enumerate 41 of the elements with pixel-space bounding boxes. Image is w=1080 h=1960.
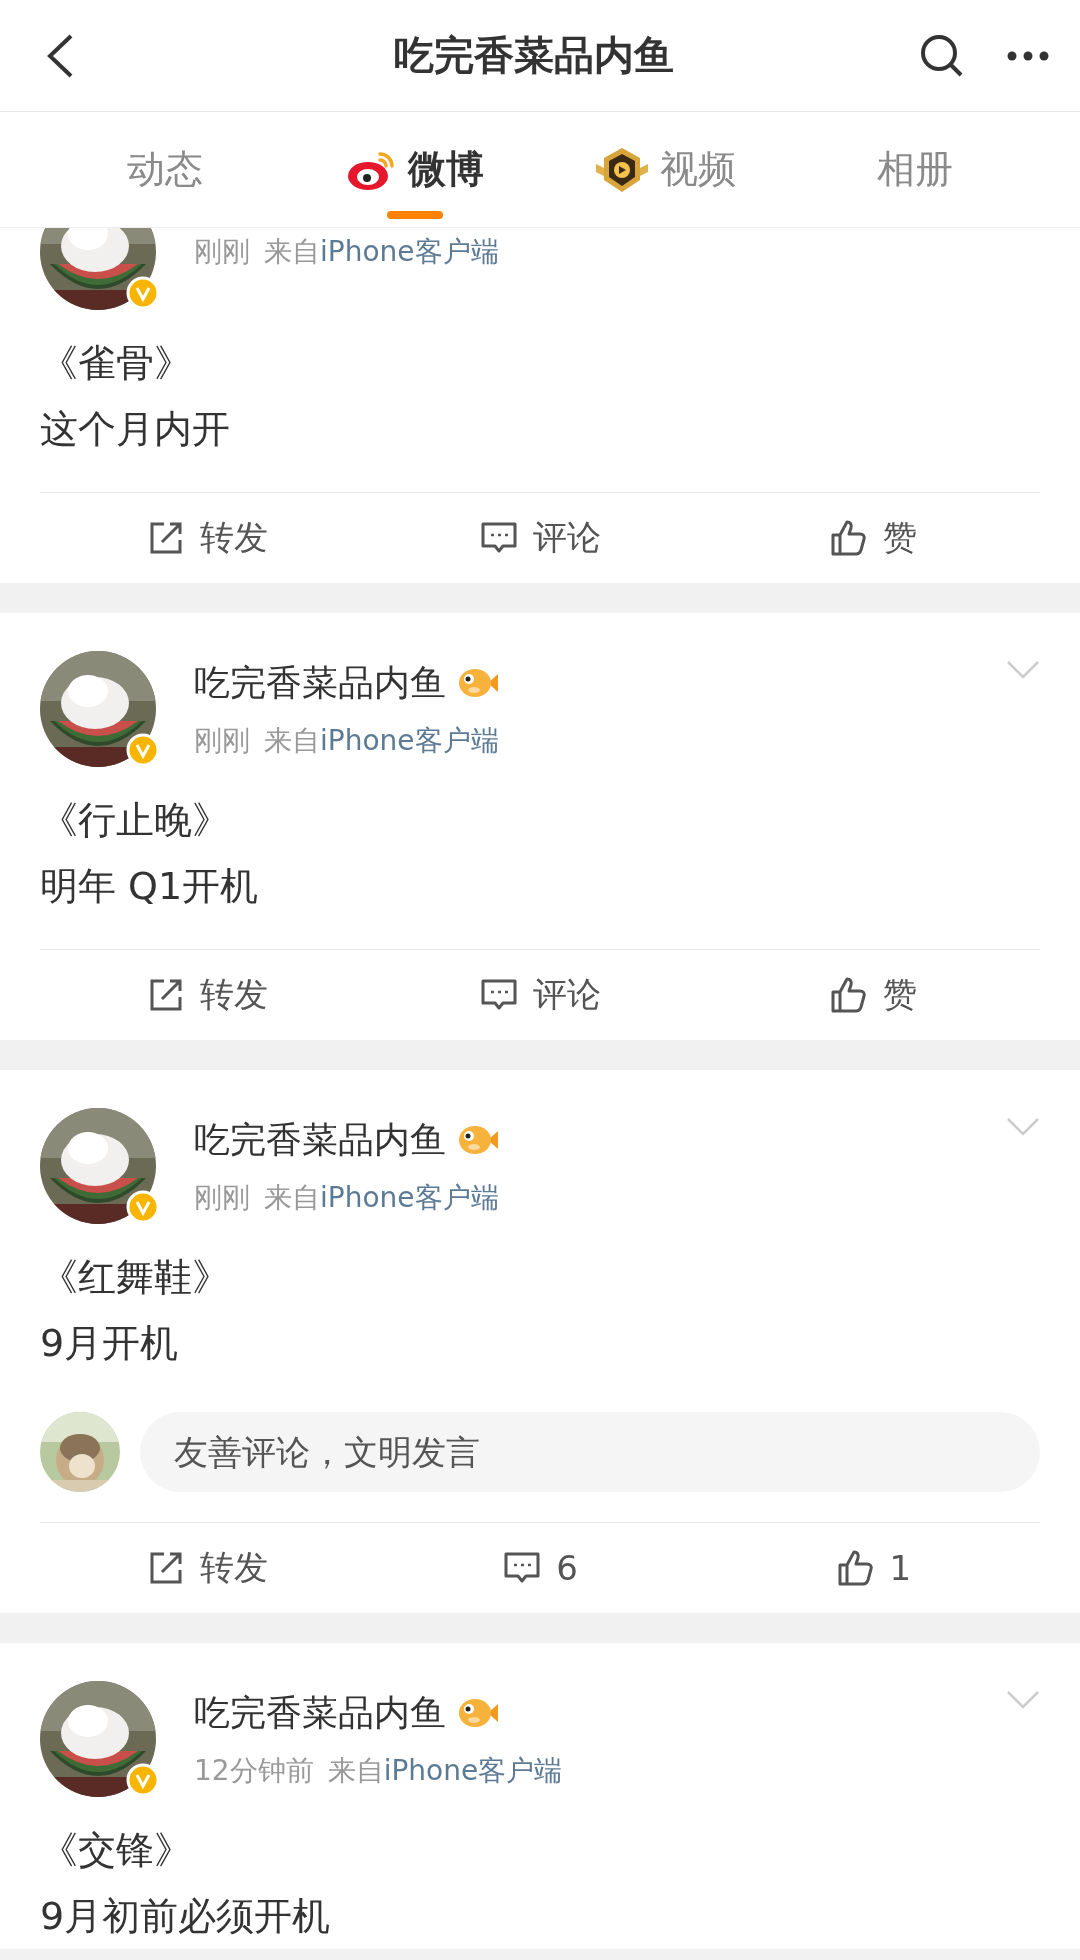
user-name[interactable]: 吃完香菜品内鱼 (194, 658, 446, 708)
repost-action[interactable]: 转发 (40, 950, 374, 1040)
post-text: 明年 Q1开机 (40, 863, 260, 910)
video-badge-icon (594, 145, 650, 194)
post-source: 来自 iPhone客户端 (327, 1752, 563, 1789)
post-source: 来自 iPhone客户端 (264, 1179, 499, 1216)
user-name[interactable]: 吃完香菜品内鱼 (194, 1688, 446, 1738)
verified-badge-icon (126, 733, 160, 767)
post-text: 这个月内开 (40, 406, 231, 453)
post-title: 《行止晚》 (40, 797, 231, 844)
like-action[interactable]: 1 (706, 1523, 1040, 1613)
post-text: 9月开机 (40, 1320, 180, 1367)
fish-badge-icon (458, 1696, 500, 1730)
verified-badge-icon (126, 1190, 160, 1224)
post-title: 《雀骨》 (40, 340, 193, 387)
comment-action[interactable]: 6 (373, 1523, 707, 1613)
post-title: 《红舞鞋》 (40, 1254, 231, 1301)
post-time: 刚刚 (194, 722, 250, 759)
repost-action[interactable]: 转发 (40, 1523, 374, 1613)
post-time: 刚刚 (194, 1179, 250, 1216)
like-action[interactable]: 赞 (706, 493, 1040, 583)
page-title: 吃完香菜品内鱼 (393, 31, 675, 80)
comment-action[interactable]: 评论 (373, 950, 707, 1040)
post-time: 刚刚 (194, 234, 250, 270)
more-icon[interactable] (1006, 49, 1050, 62)
post-source: 来自 iPhone客户端 (264, 234, 499, 270)
verified-badge-icon (126, 1763, 160, 1797)
repost-action[interactable]: 转发 (40, 493, 374, 583)
post-time: 12分钟前 (194, 1752, 314, 1789)
post-text: 9月初前必须开机 (40, 1893, 332, 1940)
comment-action[interactable]: 评论 (373, 493, 707, 583)
tab-indicator (387, 211, 443, 219)
post-source: 来自 iPhone客户端 (264, 722, 499, 759)
fish-badge-icon (458, 1123, 500, 1157)
like-action[interactable]: 赞 (706, 950, 1040, 1040)
fish-badge-icon (458, 666, 500, 700)
comment-field[interactable]: 友善评论，文明发言 (140, 1412, 1040, 1492)
verified-badge-icon (126, 276, 160, 310)
user-name[interactable]: 吃完香菜品内鱼 (194, 1115, 446, 1165)
tab[interactable]: 微博 (290, 112, 540, 227)
post-title: 《交锋》 (40, 1827, 193, 1874)
